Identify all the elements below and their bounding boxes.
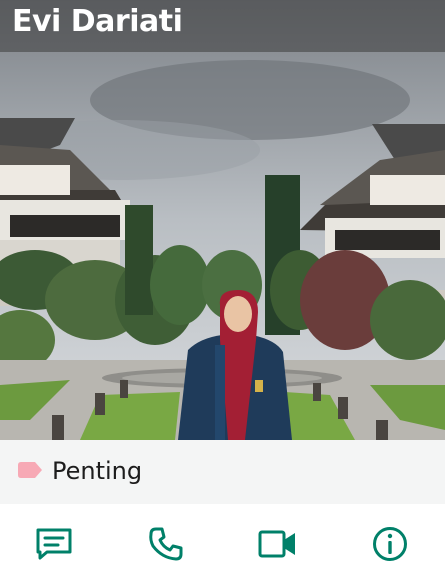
video-icon [258,530,295,558]
label-name: Penting [52,457,143,485]
phone-icon [149,527,183,561]
action-bar [0,504,445,577]
voice-call-button[interactable] [146,524,186,564]
profile-photo[interactable] [0,0,445,440]
video-call-button[interactable] [258,524,298,564]
message-icon [36,528,72,560]
label-row[interactable]: Penting [0,440,445,504]
info-icon [373,527,407,561]
info-button[interactable] [370,524,410,564]
header-overlay: Evi Dariati [0,0,445,52]
message-button[interactable] [34,524,74,564]
contact-name: Evi Dariati [12,4,183,39]
label-tag-icon [18,462,42,478]
